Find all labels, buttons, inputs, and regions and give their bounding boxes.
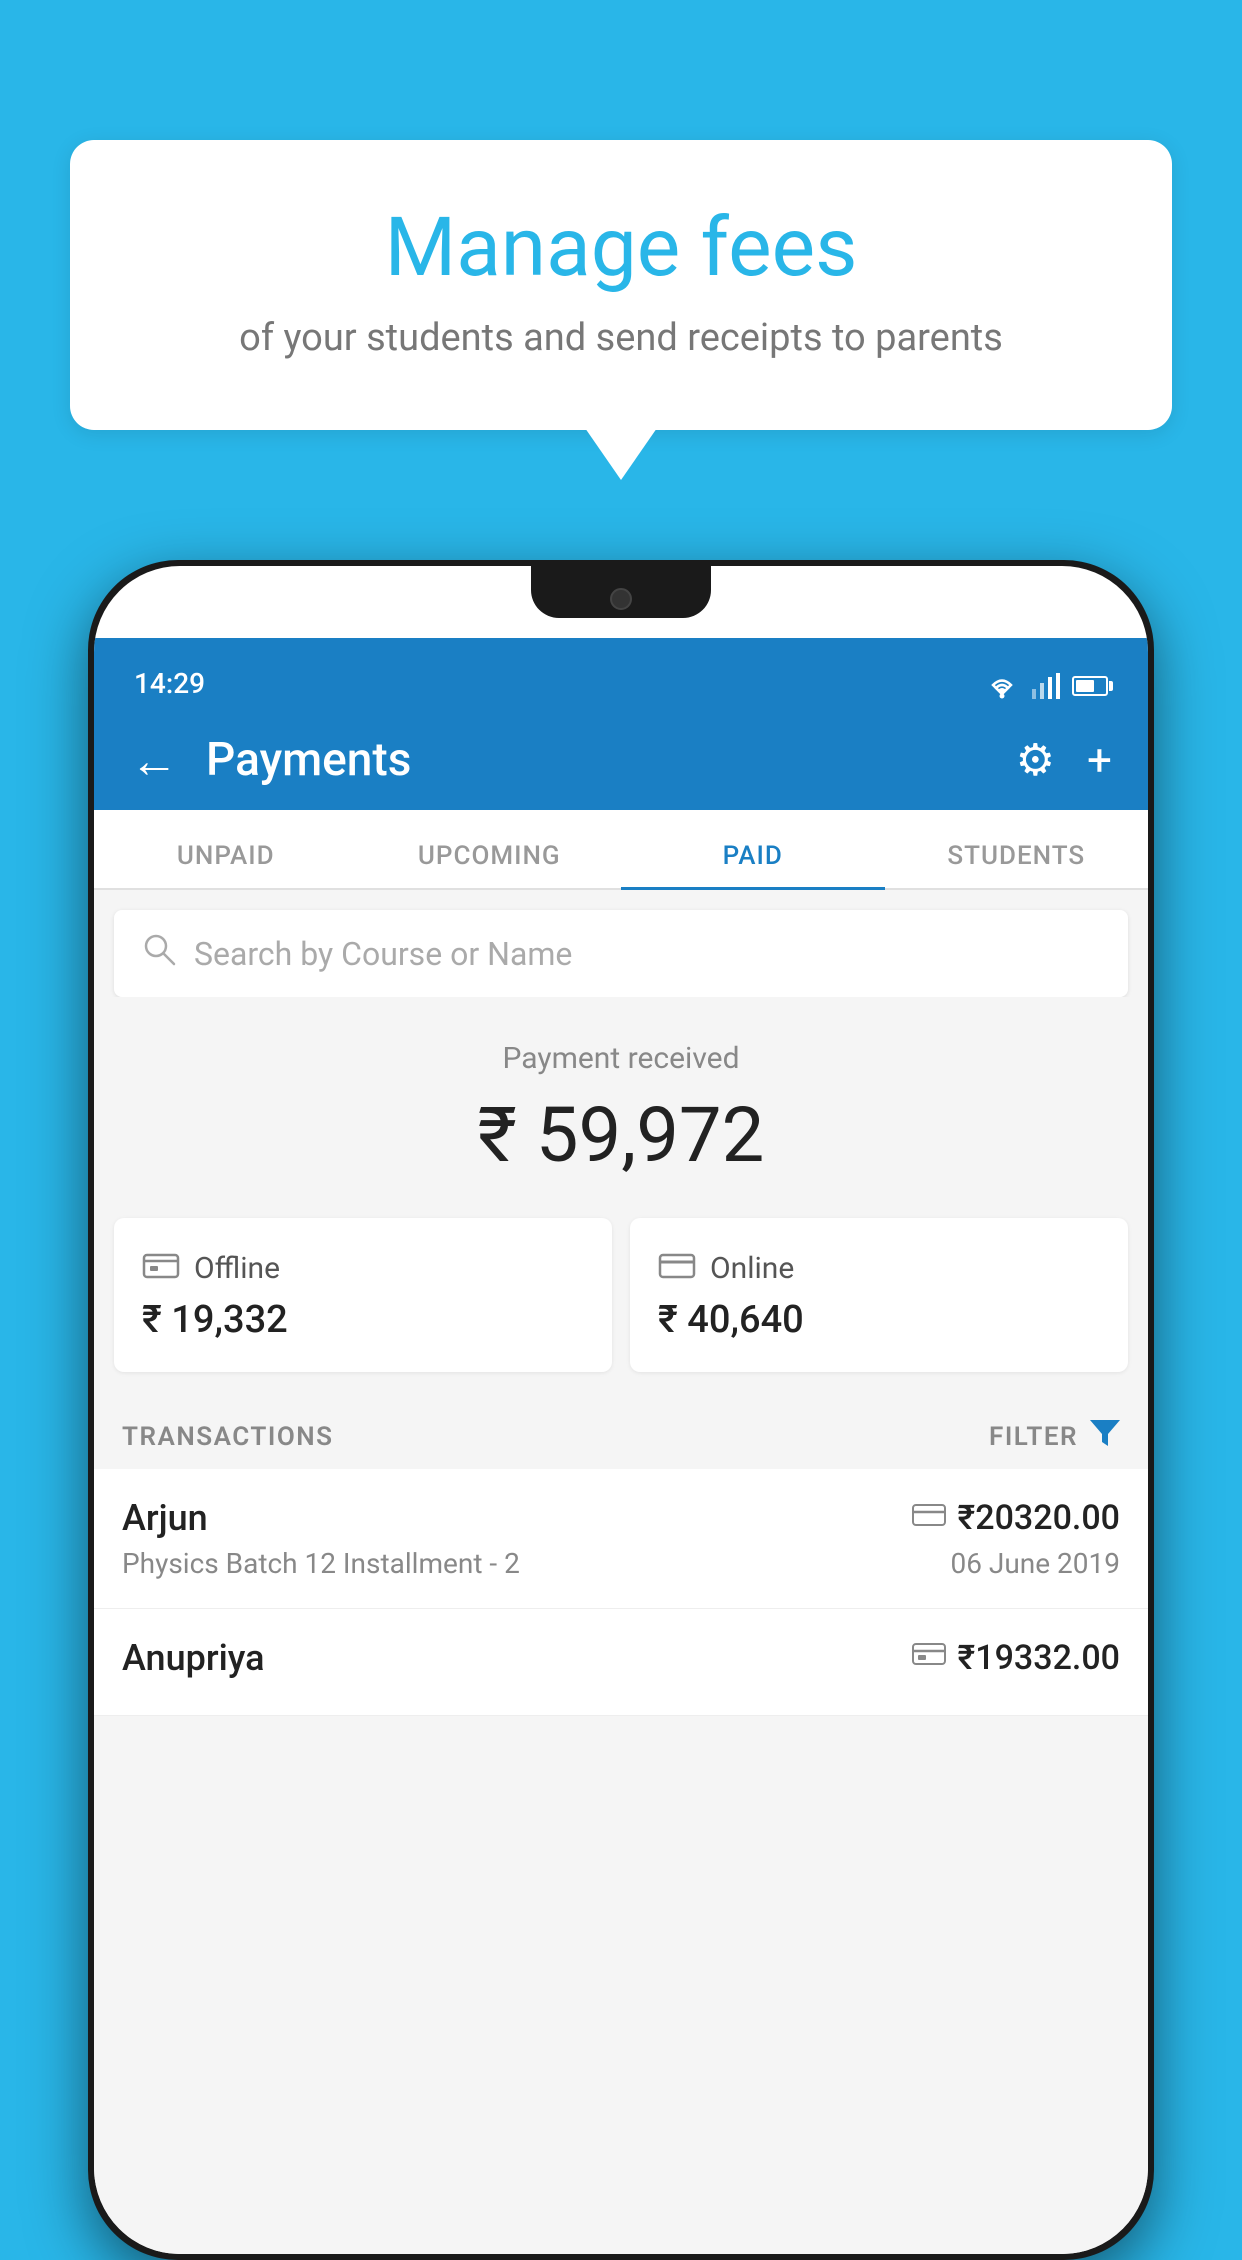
offline-card-header: Offline [142, 1248, 584, 1288]
wifi-icon [984, 672, 1020, 700]
transaction-card-icon [912, 1501, 946, 1536]
transaction-desc: Physics Batch 12 Installment - 2 [122, 1547, 520, 1580]
transaction-row-top: Arjun ₹20320.00 [122, 1497, 1120, 1539]
battery-fill [1076, 680, 1094, 692]
transaction-amount: ₹19332.00 [958, 1638, 1120, 1678]
transactions-header: TRANSACTIONS FILTER [94, 1400, 1148, 1469]
offline-icon [142, 1248, 180, 1288]
tabs-container: UNPAID UPCOMING PAID STUDENTS [94, 810, 1148, 890]
main-content: Search by Course or Name Payment receive… [94, 890, 1148, 2254]
speech-bubble-container: Manage fees of your students and send re… [70, 140, 1172, 430]
filter-icon [1090, 1420, 1120, 1453]
phone-screen: 14:29 [94, 566, 1148, 2254]
search-icon [142, 932, 176, 975]
transaction-date: 06 June 2019 [950, 1547, 1120, 1580]
bubble-title: Manage fees [150, 200, 1092, 296]
status-icons [984, 672, 1108, 700]
payment-section: Payment received ₹ 59,972 [94, 997, 1148, 1208]
header-title: Payments [206, 733, 1016, 787]
transaction-offline-icon [912, 1640, 946, 1676]
transaction-row-bottom: Physics Batch 12 Installment - 2 06 June… [122, 1547, 1120, 1580]
payment-amount: ₹ 59,972 [114, 1090, 1128, 1180]
transaction-amount-wrap: ₹19332.00 [912, 1638, 1120, 1678]
transactions-label: TRANSACTIONS [122, 1422, 334, 1452]
search-input[interactable]: Search by Course or Name [194, 935, 572, 973]
transaction-row-top: Anupriya ₹19332.00 [122, 1637, 1120, 1679]
filter-area[interactable]: FILTER [989, 1420, 1120, 1453]
transaction-item[interactable]: Anupriya ₹19332.00 [94, 1609, 1148, 1716]
bubble-subtitle: of your students and send receipts to pa… [150, 316, 1092, 360]
online-label: Online [710, 1251, 794, 1286]
phone-notch [531, 566, 711, 618]
screen-content: 14:29 [94, 566, 1148, 2254]
search-bar[interactable]: Search by Course or Name [114, 910, 1128, 997]
transaction-amount: ₹20320.00 [958, 1498, 1120, 1538]
tab-upcoming[interactable]: UPCOMING [358, 841, 622, 890]
transaction-name: Arjun [122, 1497, 208, 1539]
tab-students[interactable]: STUDENTS [885, 841, 1149, 890]
front-camera [610, 588, 632, 610]
online-amount: ₹ 40,640 [658, 1298, 1100, 1342]
tab-paid[interactable]: PAID [621, 841, 885, 890]
signal-icon [1032, 673, 1060, 699]
offline-card: Offline ₹ 19,332 [114, 1218, 612, 1372]
transaction-item[interactable]: Arjun ₹20320.00 [94, 1469, 1148, 1609]
status-bar: 14:29 [94, 638, 1148, 710]
settings-icon[interactable]: ⚙ [1016, 734, 1055, 786]
online-card: Online ₹ 40,640 [630, 1218, 1128, 1372]
payment-label: Payment received [114, 1041, 1128, 1076]
online-icon [658, 1248, 696, 1288]
add-icon[interactable]: + [1087, 734, 1112, 786]
header-icons: ⚙ + [1016, 734, 1112, 786]
transaction-amount-wrap: ₹20320.00 [912, 1498, 1120, 1538]
app-header: ← Payments ⚙ + [94, 710, 1148, 810]
online-card-header: Online [658, 1248, 1100, 1288]
transaction-list: Arjun ₹20320.00 [94, 1469, 1148, 1716]
speech-bubble: Manage fees of your students and send re… [70, 140, 1172, 430]
back-button[interactable]: ← [130, 732, 178, 789]
payment-cards: Offline ₹ 19,332 Online [94, 1208, 1148, 1400]
transaction-name: Anupriya [122, 1637, 265, 1679]
battery-icon [1072, 676, 1108, 696]
status-time: 14:29 [134, 667, 205, 700]
tab-unpaid[interactable]: UNPAID [94, 841, 358, 890]
offline-label: Offline [194, 1251, 280, 1286]
filter-label: FILTER [989, 1422, 1078, 1452]
offline-amount: ₹ 19,332 [142, 1298, 584, 1342]
phone-frame: 14:29 [88, 560, 1154, 2260]
